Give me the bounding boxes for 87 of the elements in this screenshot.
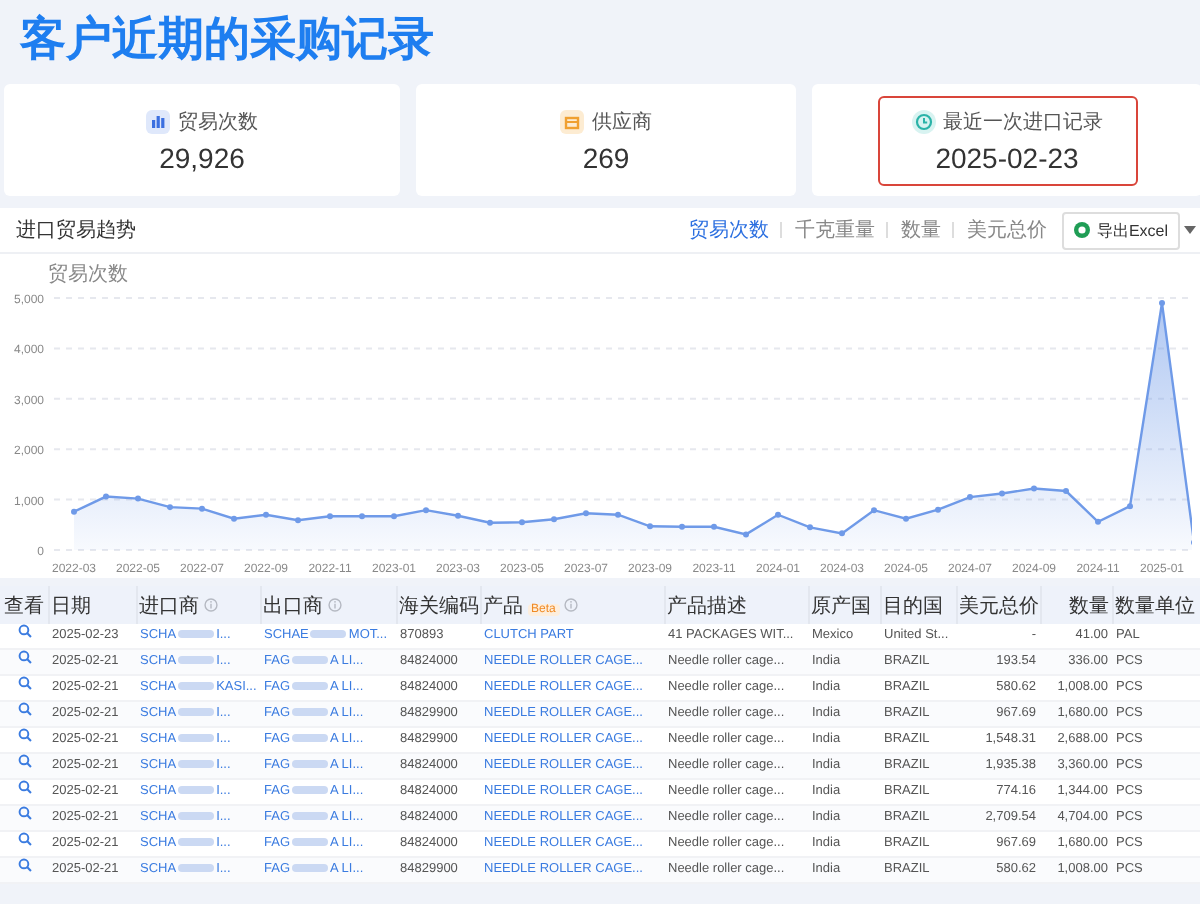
data-point [839, 530, 845, 537]
clock-icon [911, 109, 935, 133]
column-header: 海关编码 [396, 586, 480, 624]
search-icon [17, 650, 31, 664]
column-header: 目的国 [880, 586, 956, 624]
bar-chart-icon [146, 109, 170, 133]
search-icon [17, 754, 31, 768]
view-button[interactable] [17, 728, 31, 742]
data-point [1031, 485, 1037, 492]
metric-tab[interactable]: 美元总价 [966, 216, 1047, 244]
data-point [103, 493, 109, 500]
data-point [167, 504, 173, 511]
data-point [359, 513, 365, 520]
view-button[interactable] [17, 806, 31, 820]
data-point [71, 508, 77, 515]
data-point [391, 513, 397, 520]
data-point [295, 517, 301, 524]
column-header: 数量 [1040, 586, 1112, 624]
data-point [935, 506, 941, 513]
column-header: 产品 [483, 595, 523, 617]
column-header: 产品描述 [664, 586, 808, 624]
search-icon [17, 806, 31, 820]
data-point [263, 511, 269, 518]
data-point [135, 495, 141, 502]
data-point [199, 505, 205, 512]
data-point [807, 524, 813, 531]
data-point [999, 490, 1005, 497]
view-button[interactable] [17, 650, 31, 664]
data-point [1159, 300, 1165, 307]
page-title: 客户近期的采购记录 [20, 10, 434, 68]
search-icon [17, 624, 31, 638]
data-point [679, 523, 685, 530]
stat-value: 29,926 [159, 141, 245, 173]
view-button[interactable] [17, 780, 31, 794]
column-header: 日期 [48, 586, 136, 624]
stat-value: 2025-02-23 [935, 141, 1079, 173]
metric-tab[interactable]: 千克重量 [794, 216, 875, 244]
view-button[interactable] [17, 702, 31, 716]
view-button[interactable] [17, 676, 31, 690]
data-point [967, 494, 973, 501]
data-point [551, 516, 557, 523]
view-button[interactable] [17, 754, 31, 768]
data-point [615, 511, 621, 518]
view-button[interactable] [17, 624, 31, 638]
data-point [487, 519, 493, 526]
data-point [903, 515, 909, 522]
search-icon [17, 676, 31, 690]
data-point [583, 510, 589, 517]
caret-icon [1184, 226, 1196, 234]
column-header: 美元总价 [956, 586, 1040, 624]
search-icon [17, 702, 31, 716]
data-point [519, 519, 525, 526]
stat-label: 贸易次数 [178, 109, 258, 135]
panel-title: 进口贸易趋势 [16, 217, 138, 244]
data-point [871, 507, 877, 514]
search-icon [17, 780, 31, 794]
data-point [1063, 488, 1069, 495]
search-icon [17, 832, 31, 846]
data-point [1127, 503, 1133, 510]
stat-value: 269 [582, 141, 630, 173]
column-header: 数量单位 [1112, 586, 1200, 624]
data-point [711, 523, 717, 530]
column-header: 进口商 [139, 595, 199, 617]
data-point [743, 531, 749, 538]
dropdown-button[interactable] [1180, 226, 1200, 234]
data-point [455, 512, 461, 519]
view-button[interactable] [17, 832, 31, 846]
stat-label: 供应商 [592, 109, 652, 135]
export-button[interactable]: 导出Excel [1062, 211, 1180, 249]
data-point [423, 507, 429, 514]
column-header: 查看 [0, 586, 48, 624]
box-icon [560, 109, 584, 133]
metric-tab[interactable]: 贸易次数 [688, 216, 769, 244]
axis-title: 贸易次数 [48, 264, 128, 286]
data-point [1095, 518, 1101, 525]
metric-tab[interactable]: 数量 [900, 216, 941, 244]
stat-label: 最近一次进口记录 [943, 109, 1103, 135]
data-point [231, 515, 237, 522]
data-point [327, 513, 333, 520]
view-button[interactable] [17, 858, 31, 872]
column-header: 原产国 [808, 586, 880, 624]
column-header: 出口商 [263, 595, 323, 617]
search-icon [17, 858, 31, 872]
excel-icon [1074, 222, 1091, 238]
search-icon [17, 728, 31, 742]
data-point [647, 523, 653, 530]
data-point [775, 511, 781, 518]
